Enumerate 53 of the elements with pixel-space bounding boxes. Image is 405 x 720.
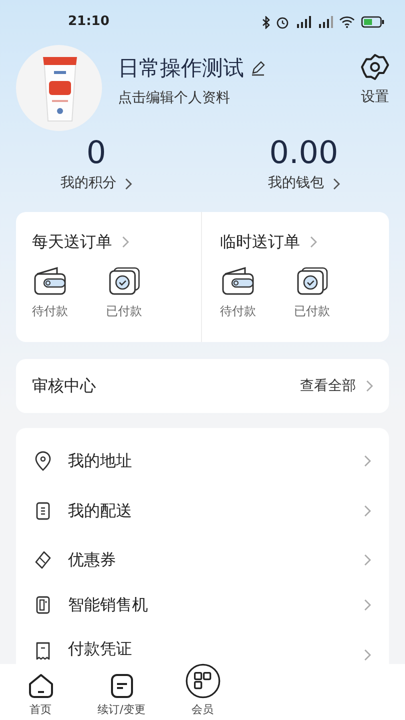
wifi-icon [339,16,355,28]
paid-check-icon[interactable] [107,266,141,296]
chevron-icon [332,178,340,190]
stat-value: 0 [86,135,106,171]
menu-item[interactable]: 我的地址 [16,436,389,486]
order-status-label[interactable]: 已付款 [106,302,142,320]
alarm-icon [276,16,289,28]
menu-item[interactable]: 付款凭证 [16,626,389,662]
status-time: 21:10 [68,13,110,32]
profile-subtitle[interactable]: 点击编辑个人资料 [118,88,361,109]
vending-machine-icon [34,595,52,615]
paid-check-icon[interactable] [295,266,329,296]
chevron-icon [310,236,317,248]
nav-tab[interactable]: 首页 [0,672,81,718]
coupon-icon [34,550,52,570]
chevron-icon [364,599,371,611]
stat-label[interactable]: 我的钱包 [268,173,324,194]
order-title[interactable]: 临时送订单 [220,230,300,254]
edit-icon[interactable] [250,60,266,76]
chevron-icon [366,380,373,392]
stat-label[interactable]: 我的积分 [60,173,116,194]
receipt-icon [34,641,52,661]
settings-icon[interactable] [361,53,389,81]
wallet-icon[interactable] [221,266,255,296]
nav-tab[interactable]: 会员 [162,662,243,718]
battery-icon [361,16,385,28]
chevron-icon [364,455,371,467]
location-pin-icon [34,451,52,471]
user-name[interactable]: 日常操作测试 [118,53,244,83]
stat-value: 0.00 [269,135,338,171]
order-status-label[interactable]: 待付款 [220,302,256,320]
chevron-icon [125,178,132,190]
menu-item[interactable]: 优惠券 [16,536,389,584]
menu-item[interactable]: 我的配送 [16,486,389,536]
chevron-icon [364,649,371,661]
review-title: 审核中心 [32,375,96,397]
order-status-label[interactable]: 待付款 [32,302,68,320]
chevron-icon [364,554,371,566]
menu-item[interactable]: 智能销售机 [16,584,389,626]
order-title[interactable]: 每天送订单 [32,230,112,254]
nav-tab[interactable]: 续订/变更 [81,672,162,718]
settings-label[interactable]: 设置 [361,87,389,108]
home-icon [28,672,54,698]
order-status-label[interactable]: 已付款 [294,302,330,320]
document-icon [34,501,52,521]
wallet-icon[interactable] [33,266,67,296]
view-all-link[interactable]: 查看全部 [300,376,356,396]
chevron-icon [122,236,129,248]
bluetooth-icon [262,16,270,28]
form-icon [108,672,134,698]
signal-icon [295,16,311,28]
chevron-icon [364,505,371,517]
signal-icon [317,16,333,28]
